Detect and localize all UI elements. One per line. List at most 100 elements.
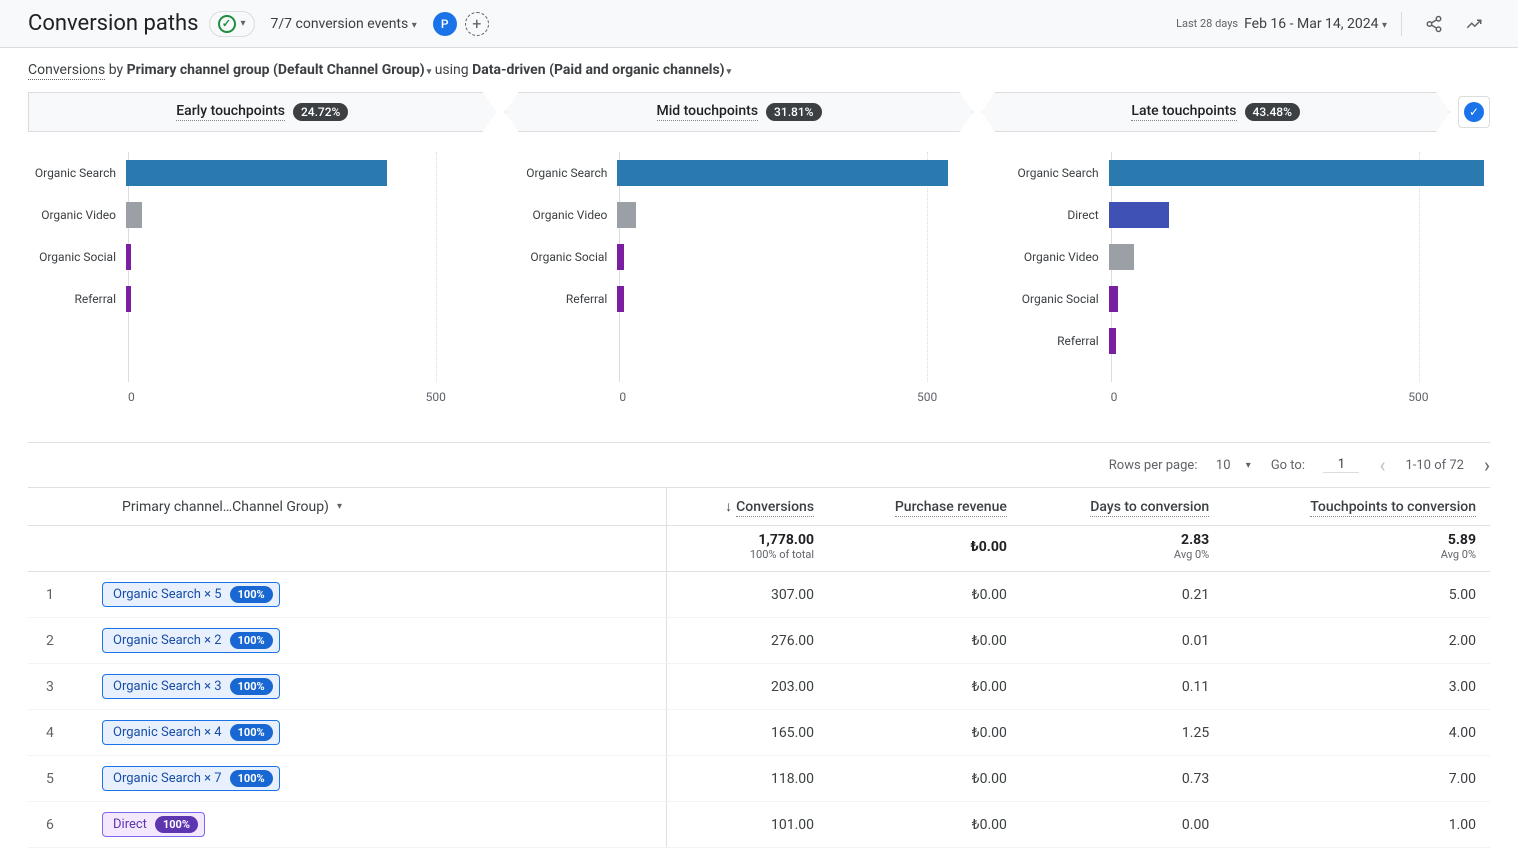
model-selector[interactable]: Data-driven (Paid and organic channels)▾ — [472, 62, 731, 78]
tab-early-touchpoints[interactable]: Early touchpoints24.72% — [28, 92, 497, 132]
cell-touchpoints: 5.00 — [1223, 572, 1490, 618]
chevron-down-icon: ▾ — [1246, 460, 1251, 471]
path-label: Organic Search × 7 — [113, 771, 222, 786]
share-icon[interactable] — [1418, 8, 1450, 40]
conversion-final[interactable]: ✓ — [1458, 96, 1490, 128]
x-axis: 0500 — [619, 390, 988, 404]
path-chip[interactable]: Organic Search × 5100% — [102, 582, 280, 607]
cell-days: 0.01 — [1021, 618, 1223, 664]
bar-row: Referral — [1011, 320, 1490, 362]
pct-badge: 100% — [230, 678, 273, 695]
check-icon: ✓ — [218, 15, 236, 33]
date-preset-label: Last 28 days — [1176, 17, 1238, 30]
row-index: 5 — [28, 756, 88, 802]
page-title: Conversion paths — [28, 11, 199, 36]
segment-avatar[interactable]: P — [433, 12, 457, 36]
cell-revenue: ₺0.00 — [828, 572, 1021, 618]
chevron-down-icon: ▾ — [1382, 20, 1387, 31]
bar-label: Organic Social — [1011, 292, 1107, 306]
bar-label: Referral — [1011, 334, 1107, 348]
bar-row: Organic Video — [28, 194, 507, 236]
bar-label: Referral — [519, 292, 615, 306]
date-range-selector[interactable]: Feb 16 - Mar 14, 2024 ▾ — [1244, 16, 1387, 32]
sort-down-icon: ↓ — [725, 499, 732, 515]
cell-days: 0.11 — [1021, 664, 1223, 710]
path-chip[interactable]: Organic Search × 7 100% — [102, 766, 280, 791]
col-dimension[interactable]: Primary channel…Channel Group)▾ — [28, 488, 666, 526]
pct-badge: 100% — [230, 724, 273, 741]
bar-row: Organic Social — [1011, 278, 1490, 320]
tab-late-touchpoints[interactable]: Late touchpoints43.48% — [981, 92, 1450, 132]
pct-badge: 24.72% — [293, 103, 348, 121]
pct-badge: 100% — [230, 770, 273, 787]
charts-container: Organic Search Organic Video Organic Socia… — [0, 132, 1518, 422]
bar — [617, 244, 623, 270]
bar-label: Organic Search — [28, 166, 124, 180]
rows-per-page[interactable]: Rows per page: 10 ▾ — [1109, 458, 1251, 473]
bar-label: Organic Video — [28, 208, 124, 222]
table-body: 1 Organic Search × 5100% 307.00 ₺0.00 0.… — [28, 572, 1490, 848]
bar-label: Organic Search — [519, 166, 615, 180]
bar — [126, 202, 142, 228]
cell-days: 0.73 — [1021, 756, 1223, 802]
table-row: 5 Organic Search × 7100% 118.00 ₺0.00 0.… — [28, 756, 1490, 802]
bar-label: Organic Social — [519, 250, 615, 264]
bar-row: Organic Social — [519, 236, 998, 278]
cell-days: 0.00 — [1021, 802, 1223, 848]
bar-row: Organic Video — [1011, 236, 1490, 278]
events-selector[interactable]: 7/7 conversion events ▾ — [271, 16, 417, 32]
conversions-link[interactable]: Conversions — [28, 62, 105, 80]
pct-badge: 100% — [230, 586, 273, 603]
chevron-down-icon: ▾ — [337, 501, 342, 512]
bar-chart: Organic SearchDirectOrganic VideoOrganic… — [1011, 152, 1490, 412]
cell-touchpoints: 4.00 — [1223, 710, 1490, 756]
cell-days: 0.21 — [1021, 572, 1223, 618]
col-conversions[interactable]: ↓Conversions — [666, 488, 828, 526]
table-row: 3 Organic Search × 3100% 203.00 ₺0.00 0.… — [28, 664, 1490, 710]
path-label: Organic Search × 4 — [113, 725, 222, 740]
table-controls: Rows per page: 10 ▾ Go to: ‹ 1-10 of 72 … — [0, 443, 1518, 487]
col-revenue[interactable]: Purchase revenue — [828, 488, 1021, 526]
bar-label: Organic Video — [1011, 250, 1107, 264]
cell-touchpoints: 7.00 — [1223, 756, 1490, 802]
x-axis: 0500 — [1111, 390, 1480, 404]
cell-revenue: ₺0.00 — [828, 756, 1021, 802]
primary-dimension-selector[interactable]: Primary channel group (Default Channel G… — [127, 62, 432, 78]
row-index: 6 — [28, 802, 88, 848]
bar-row: Organic Video — [519, 194, 998, 236]
bar-label: Organic Search — [1011, 166, 1107, 180]
insights-icon[interactable] — [1458, 8, 1490, 40]
cell-revenue: ₺0.00 — [828, 802, 1021, 848]
bar-label: Organic Video — [519, 208, 615, 222]
path-chip[interactable]: Direct100% — [102, 812, 205, 837]
touchpoint-tabs: Early touchpoints24.72% Mid touchpoints3… — [0, 92, 1518, 132]
bar-chart: Organic Search Organic Video Organic Socia… — [519, 152, 998, 412]
row-index: 3 — [28, 664, 88, 710]
cell-conversions: 101.00 — [666, 802, 828, 848]
page-header: Conversion paths ✓ ▾ 7/7 conversion even… — [0, 0, 1518, 48]
data-table: Primary channel…Channel Group)▾ ↓Convers… — [28, 487, 1490, 848]
add-segment-button[interactable]: + — [465, 12, 489, 36]
chevron-down-icon: ▾ — [727, 67, 732, 77]
col-touchpoints[interactable]: Touchpoints to conversion — [1223, 488, 1490, 526]
col-days[interactable]: Days to conversion — [1021, 488, 1223, 526]
table-row: 2 Organic Search × 2100% 276.00 ₺0.00 0.… — [28, 618, 1490, 664]
pct-badge: 43.48% — [1245, 103, 1300, 121]
path-chip[interactable]: Organic Search × 2100% — [102, 628, 280, 653]
cell-revenue: ₺0.00 — [828, 710, 1021, 756]
bar-row: Organic Social — [28, 236, 507, 278]
tab-mid-touchpoints[interactable]: Mid touchpoints31.81% — [505, 92, 974, 132]
next-page-button[interactable]: › — [1484, 453, 1490, 477]
cell-days: 1.25 — [1021, 710, 1223, 756]
status-selector[interactable]: ✓ ▾ — [209, 11, 255, 37]
row-index: 1 — [28, 572, 88, 618]
bar-label: Organic Social — [28, 250, 124, 264]
goto-input[interactable] — [1323, 457, 1359, 473]
cell-revenue: ₺0.00 — [828, 664, 1021, 710]
cell-touchpoints: 3.00 — [1223, 664, 1490, 710]
path-chip[interactable]: Organic Search × 3100% — [102, 674, 280, 699]
path-chip[interactable]: Organic Search × 4 100% — [102, 720, 280, 745]
divider — [1401, 12, 1402, 36]
bar-chart: Organic Search Organic Video Organic Socia… — [28, 152, 507, 412]
summary-row: 1,778.00100% of total ₺0.00 2.83Avg 0% 5… — [28, 526, 1490, 572]
